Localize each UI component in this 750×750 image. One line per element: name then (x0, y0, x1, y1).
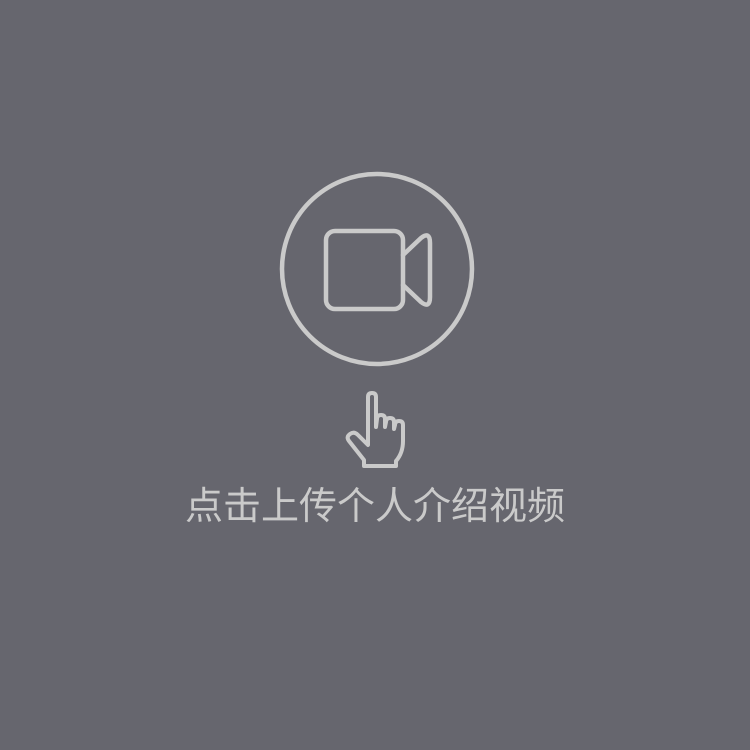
upload-video-button[interactable]: 点击上传个人介绍视频 (0, 0, 750, 750)
upload-video-label: 点击上传个人介绍视频 (184, 484, 565, 528)
video-camera-icon (279, 171, 475, 367)
video-upload-screen: 点击上传个人介绍视频 (0, 0, 750, 750)
hand-pointer-icon (345, 391, 405, 468)
